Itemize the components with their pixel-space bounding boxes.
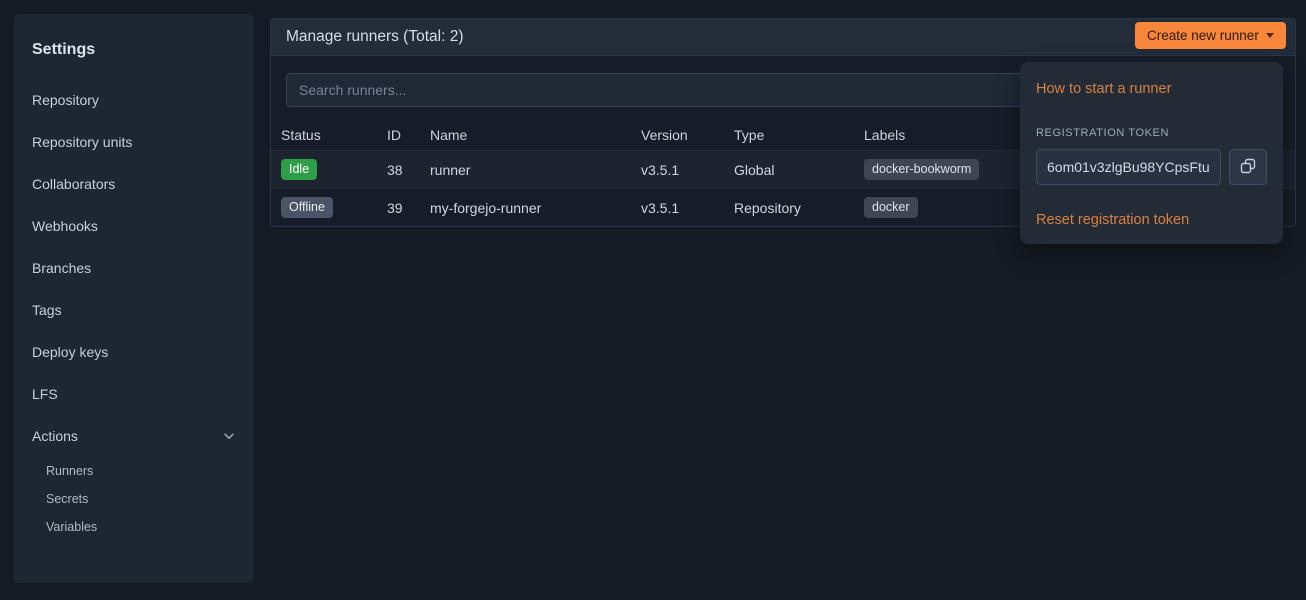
page-title: Manage runners (Total: 2)	[286, 28, 463, 45]
sidebar-item-label: Webhooks	[32, 218, 98, 234]
runner-type: Repository	[724, 189, 854, 227]
runner-name: my-forgejo-runner	[420, 189, 631, 227]
sidebar-item-repository[interactable]: Repository	[14, 79, 254, 121]
sidebar-item-label: Deploy keys	[32, 344, 108, 360]
sidebar-item-deploy-keys[interactable]: Deploy keys	[14, 331, 254, 373]
sidebar-item-label: Collaborators	[32, 176, 115, 192]
runner-id: 38	[377, 151, 420, 189]
runner-id: 39	[377, 189, 420, 227]
sidebar-title: Settings	[14, 28, 254, 79]
sidebar-item-lfs[interactable]: LFS	[14, 373, 254, 415]
create-new-runner-label: Create new runner	[1147, 28, 1259, 43]
settings-sidebar: Settings Repository Repository units Col…	[14, 14, 254, 583]
sidebar-subitem-runners[interactable]: Runners	[14, 457, 254, 485]
column-header-id: ID	[377, 120, 420, 151]
sidebar-item-label: Branches	[32, 260, 91, 276]
registration-token-input[interactable]	[1036, 149, 1221, 185]
runner-label-badge: docker	[864, 197, 918, 218]
sidebar-subitem-variables[interactable]: Variables	[14, 513, 254, 541]
runner-name: runner	[420, 151, 631, 189]
dropdown-caret-icon	[1266, 33, 1274, 38]
column-header-type: Type	[724, 120, 854, 151]
sidebar-item-collaborators[interactable]: Collaborators	[14, 163, 254, 205]
create-new-runner-button[interactable]: Create new runner	[1135, 22, 1286, 49]
sidebar-subitem-secrets[interactable]: Secrets	[14, 485, 254, 513]
runner-registration-dropdown: How to start a runner REGISTRATION TOKEN…	[1020, 62, 1283, 244]
sidebar-item-label: Actions	[32, 428, 78, 444]
sidebar-item-label: Tags	[32, 302, 62, 318]
status-badge: Idle	[281, 159, 317, 180]
sidebar-item-repository-units[interactable]: Repository units	[14, 121, 254, 163]
sidebar-item-label: LFS	[32, 386, 58, 402]
sidebar-item-branches[interactable]: Branches	[14, 247, 254, 289]
column-header-version: Version	[631, 120, 724, 151]
column-header-name: Name	[420, 120, 631, 151]
column-header-status: Status	[271, 120, 377, 151]
sidebar-item-tags[interactable]: Tags	[14, 289, 254, 331]
runner-type: Global	[724, 151, 854, 189]
copy-icon	[1240, 158, 1256, 177]
status-badge: Offline	[281, 197, 333, 218]
reset-registration-token-link[interactable]: Reset registration token	[1036, 212, 1189, 228]
runner-version: v3.5.1	[631, 151, 724, 189]
sidebar-item-webhooks[interactable]: Webhooks	[14, 205, 254, 247]
chevron-down-icon	[222, 429, 236, 443]
registration-token-label: REGISTRATION TOKEN	[1036, 127, 1267, 139]
copy-token-button[interactable]	[1229, 149, 1267, 185]
how-to-start-runner-link[interactable]: How to start a runner	[1036, 81, 1171, 97]
sidebar-item-actions[interactable]: Actions	[14, 415, 254, 457]
runner-label-badge: docker-bookworm	[864, 159, 979, 180]
sidebar-item-label: Repository units	[32, 134, 132, 150]
runner-version: v3.5.1	[631, 189, 724, 227]
sidebar-item-label: Repository	[32, 92, 99, 108]
